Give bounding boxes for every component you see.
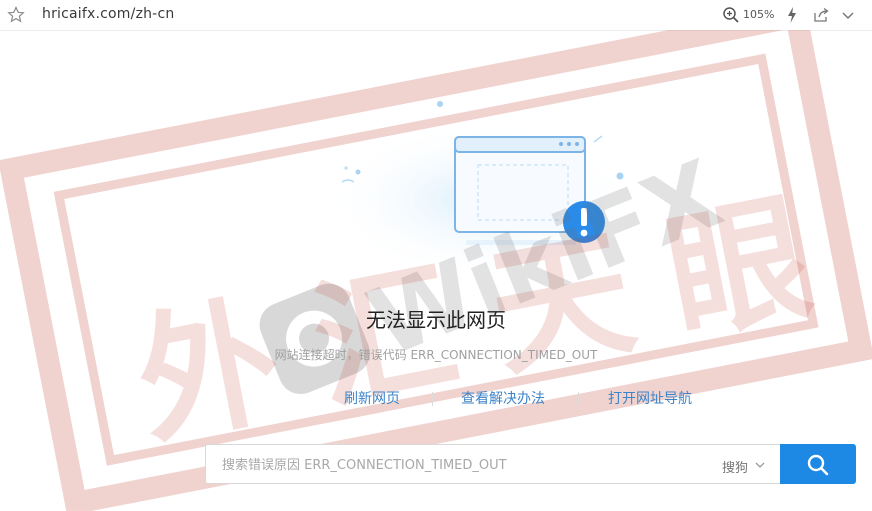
chevron-down-icon[interactable] bbox=[840, 7, 856, 23]
link-divider bbox=[578, 392, 579, 406]
refresh-link[interactable]: 刷新网页 bbox=[344, 388, 400, 408]
error-illustration bbox=[325, 101, 635, 272]
url-text[interactable]: hricaifx.com/zh-cn bbox=[42, 6, 174, 22]
share-icon[interactable] bbox=[812, 6, 830, 24]
search-engine-select[interactable]: 搜狗 bbox=[722, 457, 748, 476]
search-input[interactable] bbox=[220, 445, 704, 485]
alert-icon bbox=[563, 201, 605, 243]
search-box: 搜狗 bbox=[205, 444, 780, 485]
search-button[interactable] bbox=[780, 444, 856, 484]
search-icon bbox=[807, 454, 829, 476]
address-bar: hricaifx.com/zh-cn 105% bbox=[0, 0, 872, 31]
chevron-down-icon[interactable] bbox=[754, 459, 766, 471]
error-title: 无法显示此网页 bbox=[366, 308, 506, 332]
lightning-icon[interactable] bbox=[785, 6, 799, 24]
url-nav-link[interactable]: 打开网址导航 bbox=[608, 388, 692, 408]
star-icon[interactable] bbox=[6, 5, 26, 25]
zoom-icon[interactable] bbox=[722, 6, 740, 24]
error-detail: 网站连接超时，错误代码 ERR_CONNECTION_TIMED_OUT bbox=[274, 348, 598, 362]
solutions-link[interactable]: 查看解决办法 bbox=[461, 388, 545, 408]
zoom-level: 105% bbox=[743, 8, 775, 21]
wikifx-logo bbox=[259, 283, 370, 395]
link-divider bbox=[432, 392, 433, 406]
error-actions: 刷新网页 查看解决办法 打开网址导航 bbox=[0, 388, 872, 408]
